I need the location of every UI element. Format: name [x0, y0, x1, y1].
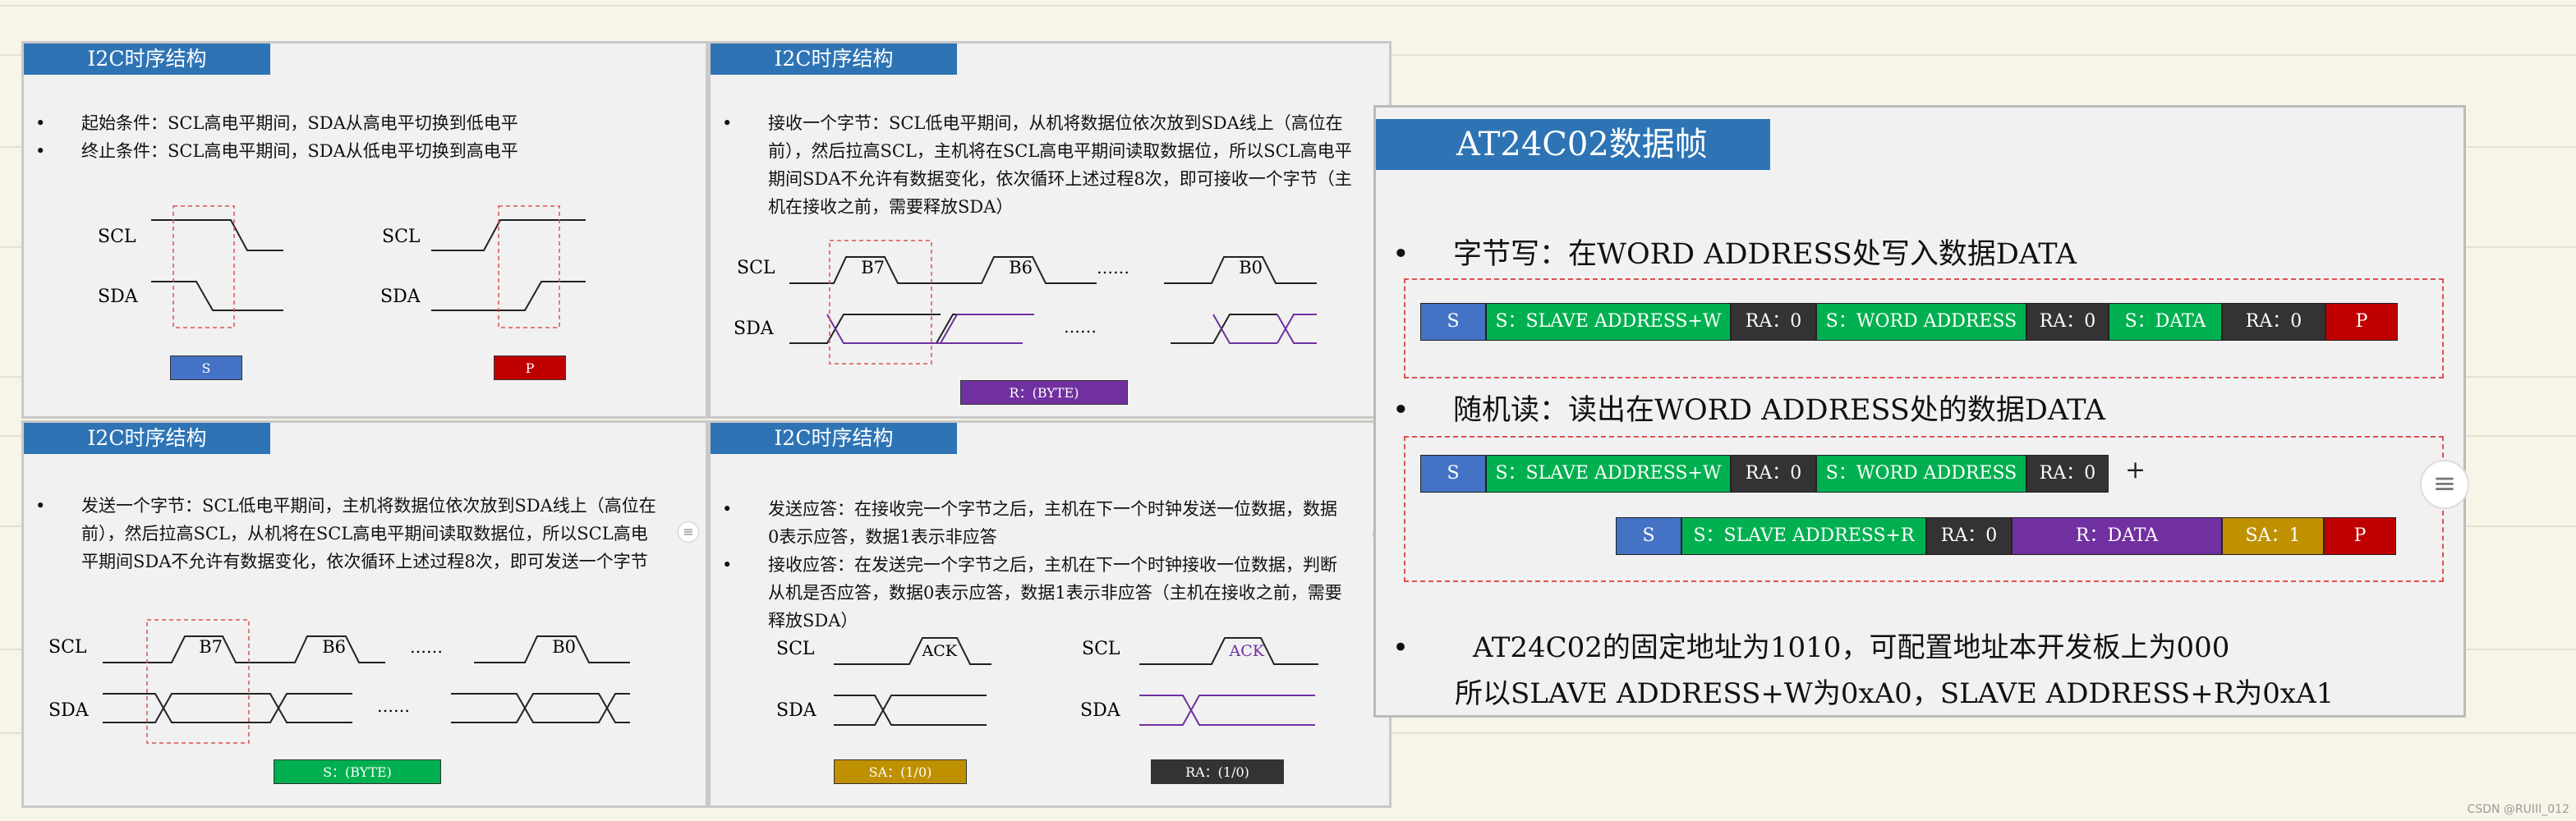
random-read-label: 随机读：读出在WORD ADDRESS处的数据DATA — [1453, 394, 2105, 427]
scl-waveform — [103, 635, 287, 663]
scl-label-2: SCL — [1082, 639, 1120, 659]
bit-b6-label: B6 — [1009, 258, 1033, 277]
bit-b0-label: B0 — [552, 637, 576, 657]
frame-cell: S：WORD ADDRESS — [1816, 455, 2026, 493]
frame-cell: RA：0 — [2026, 303, 2109, 341]
ellipsis-sda: …… — [1064, 317, 1097, 337]
sda-label: SDA — [98, 287, 139, 307]
receive-ack-sda — [1139, 695, 1315, 726]
stop-sda-waveform — [431, 281, 586, 311]
scl-label: SCL — [737, 258, 775, 278]
frame-cell: S — [1420, 303, 1486, 341]
address-note-line2: 所以SLAVE ADDRESS+W为0xA0，SLAVE ADDRESS+R为0… — [1455, 677, 2334, 710]
scl-label: SCL — [48, 637, 87, 658]
sda-label: SDA — [776, 700, 817, 721]
receive-byte-timing-diagram: SCL SDA B7 B6 B0 …… …… — [734, 240, 1317, 365]
slide-ack[interactable]: I2C时序结构 发送应答：在接收完一个字节之后，主机在下一个时钟发送一位数据，数… — [708, 420, 1392, 808]
bit-b6-label: B6 — [322, 637, 346, 657]
sda-label: SDA — [48, 700, 90, 721]
menu-handle-icon[interactable]: ≡ — [678, 521, 699, 543]
frame-cell: S：WORD ADDRESS — [1816, 303, 2026, 341]
bit-b7-label: B7 — [861, 258, 885, 277]
ack-timing-diagram: SCL SDA ACK SCL SDA ACK — [776, 637, 1318, 726]
bullet-dot: • — [1392, 238, 1410, 271]
frame-cell: S：SLAVE ADDRESS+W — [1486, 455, 1731, 493]
scl-label: SCL — [98, 227, 136, 247]
stop-scl-waveform — [431, 219, 586, 251]
send-ack-sda — [834, 695, 987, 726]
slide-title: AT24C02数据帧 — [1376, 119, 1770, 170]
slide-at24c02[interactable]: AT24C02数据帧 • 字节写：在WORD ADDRESS处写入数据DATA S… — [1373, 105, 2466, 718]
ellipsis: …… — [410, 637, 443, 657]
frame-cell: P — [2325, 303, 2398, 341]
send-ack-scl — [834, 637, 991, 665]
byte-write-label: 字节写：在WORD ADDRESS处写入数据DATA — [1453, 238, 2077, 271]
bullet-dot: • — [1392, 631, 1410, 664]
frame-cell: RA：0 — [2026, 455, 2109, 493]
address-note-line1: AT24C02的固定地址为1010，可配置地址本开发板上为000 — [1473, 631, 2230, 664]
hamburger-menu-icon[interactable]: ≡ — [2420, 460, 2469, 509]
tag-s: S — [170, 355, 242, 380]
frame-cell: S：DATA — [2109, 303, 2222, 341]
frame-cell: RA：0 — [1731, 303, 1816, 341]
slide-start-stop[interactable]: I2C时序结构 起始条件：SCL高电平期间，SDA从高电平切换到低电平 终止条件… — [21, 41, 708, 419]
start-scl-waveform — [151, 219, 283, 251]
watermark: CSDN @RUIII_012 — [2467, 803, 2569, 816]
ack-label: ACK — [922, 642, 958, 660]
ellipsis: …… — [1097, 258, 1129, 277]
sda-label-2: SDA — [1080, 700, 1121, 721]
frame-cell: R：DATA — [2012, 517, 2222, 555]
frame-cell: RA：0 — [1926, 517, 2012, 555]
frame-cell: P — [2324, 517, 2396, 555]
plus-sign: + — [2125, 456, 2146, 484]
sda-waveform-black — [789, 314, 1277, 344]
frame-cell: S — [1420, 455, 1486, 493]
frame-cell: RA：0 — [1731, 455, 1816, 493]
tag-sa: SA：(1/0) — [834, 759, 967, 784]
tag-ra: RA：(1/0) — [1151, 759, 1284, 784]
scl-label: SCL — [776, 639, 815, 659]
slide-send-byte[interactable]: I2C时序结构 发送一个字节：SCL低电平期间，主机将数据位依次放到SDA线上（… — [21, 420, 708, 808]
page-rule — [0, 5, 2576, 7]
bullet-random-read: • 随机读：读出在WORD ADDRESS处的数据DATA — [1392, 387, 2105, 429]
ack-label-2: ACK — [1229, 642, 1265, 660]
bit-b0-label: B0 — [1239, 258, 1263, 277]
bullet-byte-write: • 字节写：在WORD ADDRESS处写入数据DATA — [1392, 231, 2077, 273]
sda-label-2: SDA — [380, 287, 421, 307]
frame-cell: S：SLAVE ADDRESS+W — [1486, 303, 1731, 341]
tag-r-byte: R：(BYTE) — [960, 380, 1128, 405]
tag-p: P — [494, 355, 566, 380]
frame-cell: S：SLAVE ADDRESS+R — [1681, 517, 1926, 555]
stop-highlight-box — [498, 205, 560, 328]
address-note-1: • AT24C02的固定地址为1010，可配置地址本开发板上为000 — [1392, 625, 2229, 665]
start-highlight-box — [172, 205, 235, 328]
frame-cell: RA：0 — [2222, 303, 2325, 341]
start-sda-waveform — [151, 281, 283, 311]
sda-waveform — [103, 693, 630, 723]
bit-b7-label: B7 — [199, 637, 223, 657]
start-stop-timing-diagram: SCL SDA SCL SDA — [98, 205, 586, 328]
ellipsis-sda: …… — [377, 696, 410, 716]
bullet-dot: • — [1392, 394, 1410, 427]
slide-receive-byte[interactable]: I2C时序结构 接收一个字节：SCL低电平期间，从机将数据位依次放到SDA线上（… — [708, 41, 1392, 419]
sda-label: SDA — [734, 319, 775, 339]
frame-cell: SA：1 — [2222, 517, 2324, 555]
frame-cell: S — [1616, 517, 1681, 555]
b7-highlight-box — [146, 619, 250, 744]
send-byte-timing-diagram: SCL SDA B7 B6 B0 …… …… — [48, 619, 630, 744]
tag-s-byte: S：(BYTE) — [274, 759, 441, 784]
scl-label-2: SCL — [382, 227, 421, 247]
